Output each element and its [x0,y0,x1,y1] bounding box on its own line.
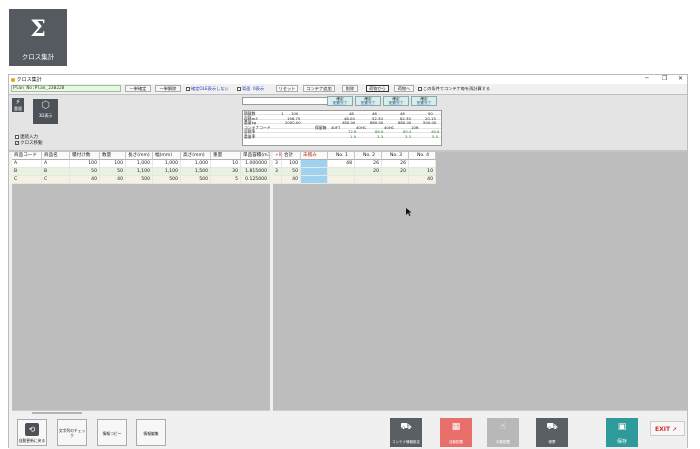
table-row[interactable]: 3 50 20 20 10 [273,168,436,176]
table-row[interactable]: B B 50 50 1,100 1,100 1,500 30 1.815000 [12,168,270,176]
unloaded-cell [301,176,328,184]
col-header[interactable]: No. 3 [382,152,409,160]
col-header[interactable]: 合計 [282,152,301,160]
table-row[interactable]: 3 100 48 26 26 [273,160,436,168]
add-container-button[interactable]: コンテナ追加 [303,85,335,92]
close-button[interactable]: ✕ [678,75,683,82]
container-search-field[interactable] [242,97,330,105]
unloaded-cell [301,160,328,168]
plan-name-field[interactable]: Plan No:Plan_230228 [11,85,121,92]
minimize-button[interactable]: ─ [645,75,649,82]
col-header[interactable]: 高さ(mm) [181,152,211,160]
string-check-button[interactable]: 文字列のチェック [57,419,87,446]
table-row[interactable]: 40 40 [273,176,436,184]
col-header[interactable]: 数量 [100,152,126,160]
floppy-icon: ▣ [617,422,627,432]
exit-arrow-icon: ➚ [672,426,678,433]
container-info-grid: 積載数 1 100 48 46 46 50 容積m3 196.75 48.00 52.30 62.3… [242,110,442,146]
weight-button[interactable]: ⚡ 重量 [12,98,24,112]
save-button[interactable]: ▣ 保存 [606,418,638,447]
col-header[interactable]: +確 [273,152,282,160]
zero-display-checkbox[interactable]: 0表示 [253,86,264,92]
report-button[interactable]: ⛟ 帳票 [536,418,568,447]
col-header[interactable]: 重量 [211,152,241,160]
3d-view-button[interactable]: ⬡ 3D表示 [33,99,58,124]
col-header[interactable]: 積付け数 [70,152,100,160]
col-header[interactable]: 幅(mm) [153,152,181,160]
truck-icon: ⛟ [400,422,412,432]
copy-info-button[interactable]: 情報コピー [97,419,127,446]
cross-tab-window: クロス集計 ─ ❐ ✕ Plan No:Plan_230228 一単確定 一単解… [8,74,688,449]
col-header[interactable]: No. 4 [409,152,436,160]
app-icon [11,77,15,82]
col-header[interactable]: 商品名 [42,152,70,160]
allocation-table: +確 合計 未積み No. 1 No. 2 No. 3 No. 4 3 100 … [273,152,687,410]
edit-info-button[interactable]: 情報編集 [136,419,166,446]
col-header[interactable]: No. 1 [328,152,355,160]
title-bar: クロス集計 ─ ❐ ✕ [9,75,687,84]
bottom-bar: ⟲ 自動更新に戻る 文字列のチェック 情報コピー 情報編集 ⛟ コンテナ情報設定… [9,415,687,449]
sigma-icon: Σ [30,16,46,42]
container-1-status[interactable]: 確定 配置完了 [327,96,353,106]
info-row-wtrate: 重量率 1.9 3.3 3.3 5.0 [243,134,441,139]
maximize-button[interactable]: ❐ [662,75,667,82]
recompute-checkbox[interactable]: この条件でコンテナ毎を再計算する [418,86,490,92]
container-config-button[interactable]: ⛟ コンテナ情報設定 [390,418,422,447]
toolbar: Plan No:Plan_230228 一単確定 一単解除 確定OLE表示しない… [9,84,687,93]
mouse-cursor-icon [406,208,412,218]
product-table: 商品コード 商品名 積付け数 数量 長さ(mm) 幅(mm) 高さ(mm) 重量… [12,152,270,410]
container-2-status[interactable]: 確定 配置完了 [355,96,381,106]
window-title: クロス集計 [11,76,42,83]
lightning-icon: ⚡ [15,98,21,106]
from-cargo-button[interactable]: 荷物から [366,85,389,92]
container-3-status[interactable]: 確定 配置完了 [383,96,409,106]
delete-button[interactable]: 削除 [342,85,358,92]
col-header[interactable]: 商品コード [12,152,42,160]
cross-tab-app-tile[interactable]: Σ クロス集計 [9,9,67,66]
confirm-one-button[interactable]: 一単確定 [125,85,151,92]
app-tile-label: クロス集計 [21,53,55,61]
cross-move-checkbox[interactable]: ✓クロス移動 [15,140,43,146]
truck-doc-icon: ⛟ [546,422,558,432]
unloaded-cell [301,168,328,176]
release-one-button[interactable]: 一単解除 [155,85,181,92]
to-cargo-button[interactable]: 荷物へ [394,85,414,92]
cross-checkbox[interactable]: 背面 [237,86,250,92]
stack-icon: ▦ [451,422,461,432]
exit-button[interactable]: EXIT ➚ [650,421,685,436]
col-header[interactable]: 未積み [301,152,328,160]
history-icon: ⟲ [25,423,39,436]
hand-icon: ☝ [500,422,506,432]
upper-panel: ⚡ 重量 ⬡ 3D表示 連続入力 ✓クロス移動 積載数 1 100 48 46 46 50 … [9,94,687,150]
auto-layout-button[interactable]: ▦ 自動配置 [440,418,472,447]
col-header[interactable]: 長さ(mm) [126,152,153,160]
box-3d-icon: ⬡ [41,100,50,111]
hide-confirmed-checkbox[interactable]: 確定OLE表示しない [186,86,229,92]
scroll-thumb[interactable] [32,412,82,414]
col-header[interactable]: No. 2 [355,152,382,160]
reset-button[interactable]: リセット [276,85,298,92]
table-row[interactable]: A A 100 100 1,000 1,000 1,000 10 1.00000… [12,160,270,168]
manual-layout-button[interactable]: ☝ 手動配置 [487,418,519,447]
auto-update-button[interactable]: ⟲ 自動更新に戻る [17,419,47,446]
table-row[interactable]: C C 40 40 500 500 500 5 0.125000 [12,176,270,184]
container-4-status[interactable]: 確定 配置完了 [411,96,437,106]
col-header[interactable]: 単品容積(m3) [241,152,270,160]
